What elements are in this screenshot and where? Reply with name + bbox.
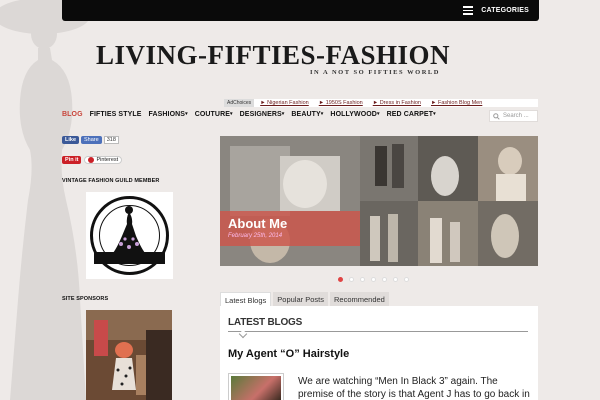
- post-title[interactable]: My Agent “O” Hairstyle: [228, 348, 349, 360]
- guild-heading: VINTAGE FASHION GUILD MEMBER: [62, 178, 160, 184]
- slide-title[interactable]: About Me: [228, 216, 287, 231]
- slider-dot[interactable]: [393, 277, 398, 282]
- sponsors-heading: SITE SPONSORS: [62, 296, 109, 302]
- nav-item-designers[interactable]: DESIGNERS▾: [240, 111, 285, 118]
- site-tagline: IN A NOT SO FIFTIES WORLD: [310, 69, 440, 76]
- search-input[interactable]: Search ...: [489, 110, 538, 122]
- slider-dot[interactable]: [360, 277, 365, 282]
- search-icon: [493, 112, 500, 120]
- adchoices-badge[interactable]: AdChoices: [224, 99, 255, 107]
- slider-dot[interactable]: [382, 277, 387, 282]
- ad-link[interactable]: ► Fashion Blog Men: [431, 100, 482, 106]
- hamburger-icon: [463, 6, 474, 15]
- pinterest-follow-button[interactable]: Pinterest: [84, 156, 123, 164]
- vintage-fashion-guild-badge[interactable]: [86, 192, 173, 279]
- section-heading: LATEST BLOGS: [228, 317, 303, 328]
- categories-menu-button[interactable]: CATEGORIES: [463, 0, 529, 21]
- post-excerpt: We are watching “Men In Black 3” again. …: [298, 376, 530, 400]
- ad-links-bar: AdChoices ► Nigerian Fashion ► 1950S Fas…: [224, 99, 538, 107]
- ad-link[interactable]: ► Dress in Fashion: [373, 100, 421, 106]
- slider-dot[interactable]: [338, 277, 343, 282]
- caret-down-icon: ▾: [433, 111, 436, 117]
- pinterest-icon: [88, 157, 95, 163]
- slide-date: February 25th, 2014: [228, 233, 283, 239]
- slider-dot[interactable]: [371, 277, 376, 282]
- facebook-like-button[interactable]: Like: [62, 136, 80, 144]
- caret-down-icon: ▾: [320, 111, 324, 117]
- main-nav: BLOG FIFTIES STYLE FASHIONS▾ COUTURE▾ DE…: [62, 111, 436, 118]
- latest-blogs-panel: LATEST BLOGS My Agent “O” Hairstyle We a…: [220, 306, 538, 400]
- facebook-buttons: Like Share 318: [62, 136, 119, 144]
- top-bar: CATEGORIES: [62, 0, 539, 21]
- post-thumbnail[interactable]: [228, 373, 284, 400]
- slider-pagination: [338, 277, 409, 282]
- slide-caption[interactable]: About Me February 25th, 2014: [220, 211, 360, 246]
- categories-label: CATEGORIES: [481, 7, 529, 14]
- nav-item-fashions[interactable]: FASHIONS▾: [148, 111, 187, 118]
- caret-down-icon: ▾: [230, 111, 233, 117]
- ad-link[interactable]: ► Nigerian Fashion: [260, 100, 309, 106]
- caret-down-icon: ▾: [376, 111, 380, 117]
- slider-dot[interactable]: [404, 277, 409, 282]
- site-logo[interactable]: Living-Fifties-Fashion: [68, 42, 478, 69]
- search-placeholder: Search ...: [503, 113, 529, 119]
- caret-down-icon: ▾: [281, 111, 285, 117]
- slider-dot[interactable]: [349, 277, 354, 282]
- nav-item-red-carpet[interactable]: RED CARPET▾: [387, 111, 436, 118]
- nav-item-fifties-style[interactable]: FIFTIES STYLE: [90, 111, 142, 118]
- sponsor-banner-image[interactable]: [86, 310, 172, 400]
- nav-item-hollywood[interactable]: HOLLYWOOD▾: [330, 111, 379, 118]
- share-count: 318: [103, 136, 119, 144]
- pin-it-button[interactable]: Pin it: [62, 156, 82, 164]
- divider: [228, 331, 528, 332]
- facebook-share-button[interactable]: Share: [81, 136, 102, 144]
- featured-slider[interactable]: [220, 136, 538, 266]
- nav-item-blog[interactable]: BLOG: [62, 111, 83, 118]
- nav-item-beauty[interactable]: BEAUTY▾: [291, 111, 323, 118]
- pinterest-buttons: Pin it Pinterest: [62, 156, 123, 164]
- caret-down-icon: ▾: [185, 111, 188, 117]
- ad-link[interactable]: ► 1950S Fashion: [319, 100, 363, 106]
- nav-item-couture[interactable]: COUTURE▾: [195, 111, 233, 118]
